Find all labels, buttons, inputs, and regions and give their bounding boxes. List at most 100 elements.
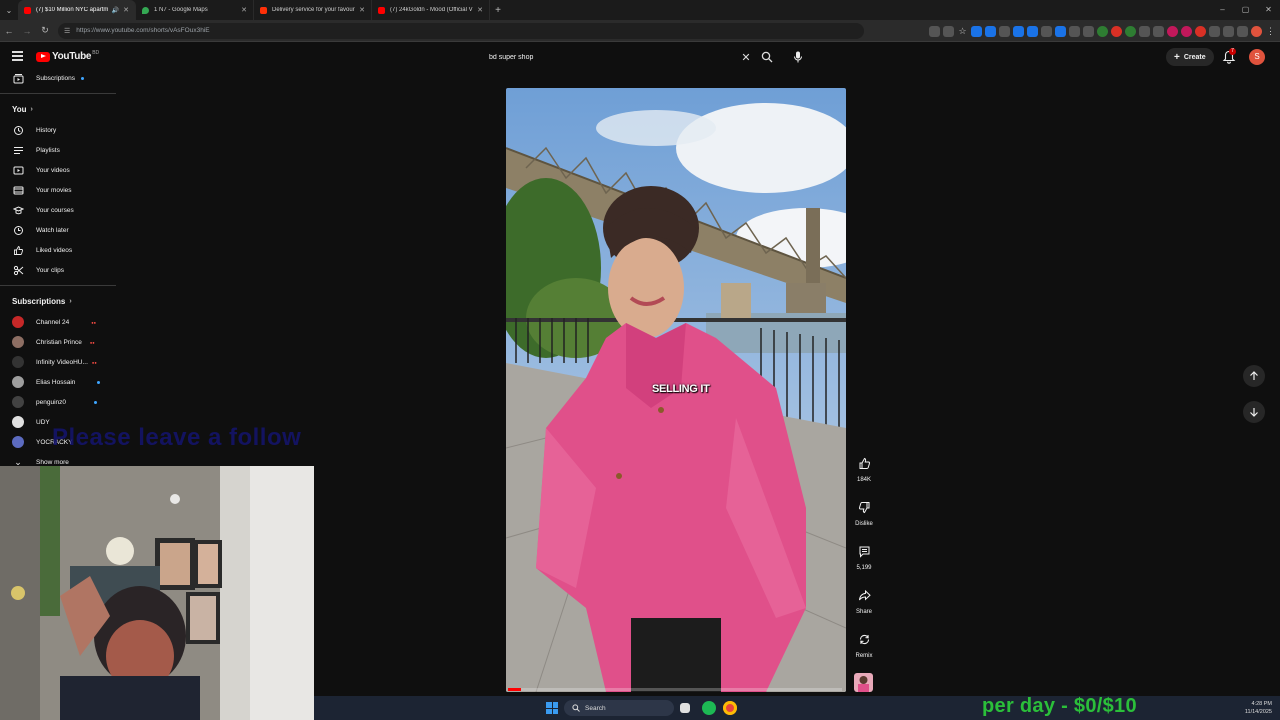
address-bar[interactable]: ☰ https://www.youtube.com/shorts/vAsFOux… bbox=[58, 22, 864, 39]
chrome-icon[interactable] bbox=[723, 701, 737, 715]
extension-icon[interactable] bbox=[1111, 25, 1122, 37]
extension-icon[interactable] bbox=[1041, 25, 1052, 37]
sound-thumbnail[interactable] bbox=[854, 673, 873, 692]
live-indicator-icon: ●● bbox=[89, 339, 95, 345]
menu-icon[interactable]: ⋮ bbox=[1265, 26, 1276, 37]
sidebar: Subscriptions You › History Playlists Yo… bbox=[0, 68, 118, 468]
reload-button[interactable]: ↻ bbox=[36, 25, 54, 36]
windows-start-icon[interactable] bbox=[546, 702, 558, 714]
new-tab-button[interactable]: + bbox=[490, 5, 506, 16]
sidebar-item-watch-later[interactable]: Watch later bbox=[0, 220, 118, 240]
sidebar-item-label: Liked videos bbox=[36, 246, 73, 254]
extension-icon[interactable] bbox=[1153, 25, 1164, 37]
you-heading[interactable]: You › bbox=[12, 105, 33, 114]
extension-icon[interactable] bbox=[1139, 25, 1150, 37]
sidebar-item-playlists[interactable]: Playlists bbox=[0, 140, 118, 160]
sidebar-item-your-courses[interactable]: Your courses bbox=[0, 200, 118, 220]
sidebar-item-history[interactable]: History bbox=[0, 120, 118, 140]
browser-tab[interactable]: (7) 24kGoldn - Mood (Official V ✕ bbox=[372, 0, 490, 20]
maximize-button[interactable]: ▢ bbox=[1234, 0, 1257, 20]
channel-avatar bbox=[12, 416, 24, 428]
sidebar-channel-item[interactable]: penguinz0 bbox=[0, 392, 118, 412]
share-button[interactable]: Share bbox=[850, 585, 878, 615]
account-avatar[interactable]: S bbox=[1249, 49, 1265, 65]
create-button[interactable]: + Create bbox=[1166, 48, 1214, 66]
comments-button[interactable]: 5,199 bbox=[850, 541, 878, 571]
dislike-button[interactable]: Dislike bbox=[850, 497, 878, 527]
extension-icon[interactable] bbox=[1195, 25, 1206, 37]
browser-tab[interactable]: 1 N7 - Google Maps ✕ bbox=[136, 0, 254, 20]
extension-icon[interactable] bbox=[1167, 25, 1178, 37]
forward-button[interactable]: → bbox=[18, 26, 36, 36]
extensions-puzzle-icon[interactable] bbox=[1223, 25, 1234, 37]
close-tab-icon[interactable]: ✕ bbox=[123, 6, 129, 14]
next-short-button[interactable] bbox=[1243, 401, 1265, 423]
country-code: BD bbox=[92, 49, 100, 56]
clear-search-icon[interactable]: ✕ bbox=[738, 51, 754, 64]
sidebar-channel-item[interactable]: Channel 24 ●● bbox=[0, 312, 118, 332]
tab-title: Delivery service for your favouri bbox=[272, 7, 356, 13]
extension-icon[interactable] bbox=[1013, 25, 1024, 37]
sidebar-channel-item[interactable]: Elias Hossain bbox=[0, 372, 118, 392]
sidebar-channel-item[interactable]: Christian Prince ●● bbox=[0, 332, 118, 352]
extension-icon[interactable] bbox=[999, 25, 1010, 37]
sidebar-channel-item[interactable]: Infinity VideoHU... ●● bbox=[0, 352, 118, 372]
close-window-button[interactable]: ✕ bbox=[1257, 0, 1280, 20]
new-content-dot bbox=[94, 400, 97, 404]
sidebar-icon[interactable] bbox=[1237, 25, 1248, 37]
extension-icon[interactable] bbox=[971, 25, 982, 37]
speaker-icon[interactable]: 🔊 bbox=[112, 7, 119, 14]
like-button[interactable]: 184K bbox=[850, 453, 878, 483]
translate-icon[interactable] bbox=[943, 25, 954, 37]
url-text: https://www.youtube.com/shorts/vAsFOux3h… bbox=[76, 27, 210, 34]
channel-avatar bbox=[12, 336, 24, 348]
close-tab-icon[interactable]: ✕ bbox=[359, 6, 365, 14]
search-input[interactable] bbox=[482, 46, 738, 68]
subscriptions-heading[interactable]: Subscriptions › bbox=[12, 297, 72, 306]
site-info-icon[interactable]: ☰ bbox=[64, 27, 70, 35]
spotify-icon[interactable] bbox=[702, 701, 716, 715]
extension-icon[interactable] bbox=[1181, 25, 1192, 37]
extension-icon[interactable] bbox=[985, 25, 996, 37]
extension-icon[interactable] bbox=[1125, 25, 1136, 37]
youtube-logo[interactable]: YouTube BD bbox=[36, 49, 100, 62]
channel-name: penguinz0 bbox=[36, 398, 66, 406]
search-button[interactable] bbox=[754, 46, 780, 68]
extension-icon[interactable] bbox=[1209, 25, 1220, 37]
bookmark-star-icon[interactable]: ☆ bbox=[957, 26, 968, 37]
browser-tab[interactable]: Delivery service for your favouri ✕ bbox=[254, 0, 372, 20]
voice-search-button[interactable] bbox=[788, 47, 808, 67]
webcam-image bbox=[0, 466, 314, 720]
close-tab-icon[interactable]: ✕ bbox=[241, 6, 247, 14]
sidebar-item-your-videos[interactable]: Your videos bbox=[0, 160, 118, 180]
profile-avatar-icon[interactable] bbox=[1251, 25, 1262, 37]
taskbar-search[interactable]: Search bbox=[564, 700, 674, 716]
extension-icon[interactable] bbox=[1097, 25, 1108, 37]
extension-icon[interactable] bbox=[1055, 25, 1066, 37]
channel-avatar bbox=[12, 356, 24, 368]
extension-icon[interactable] bbox=[1083, 25, 1094, 37]
sidebar-item-your-clips[interactable]: Your clips bbox=[0, 260, 118, 280]
channel-name: Christian Prince bbox=[36, 338, 82, 346]
back-button[interactable]: ← bbox=[0, 26, 18, 36]
cast-icon[interactable] bbox=[929, 25, 940, 37]
extension-icon[interactable] bbox=[1069, 25, 1080, 37]
remix-button[interactable]: Remix bbox=[850, 629, 878, 659]
chevron-right-icon: › bbox=[30, 106, 33, 113]
video-progress-bar[interactable] bbox=[508, 688, 842, 691]
close-tab-icon[interactable]: ✕ bbox=[477, 6, 483, 14]
comment-count: 5,199 bbox=[856, 565, 872, 571]
minimize-button[interactable]: – bbox=[1211, 0, 1234, 20]
taskbar-clock[interactable]: 4:28 PM 11/14/2025 bbox=[1236, 700, 1272, 716]
sidebar-item-your-movies[interactable]: Your movies bbox=[0, 180, 118, 200]
tab-search-icon[interactable]: ⌄ bbox=[0, 0, 18, 20]
divider bbox=[0, 93, 116, 94]
window-controls: – ▢ ✕ bbox=[1211, 0, 1280, 20]
hamburger-menu-icon[interactable] bbox=[12, 51, 23, 61]
sidebar-item-liked-videos[interactable]: Liked videos bbox=[0, 240, 118, 260]
extension-icon[interactable] bbox=[1027, 25, 1038, 37]
previous-short-button[interactable] bbox=[1243, 365, 1265, 387]
sidebar-item-subscriptions[interactable]: Subscriptions bbox=[0, 68, 118, 88]
task-view-icon[interactable] bbox=[680, 703, 690, 713]
browser-tab[interactable]: (7) $10 Million NYC apartm 🔊 ✕ bbox=[18, 0, 136, 20]
